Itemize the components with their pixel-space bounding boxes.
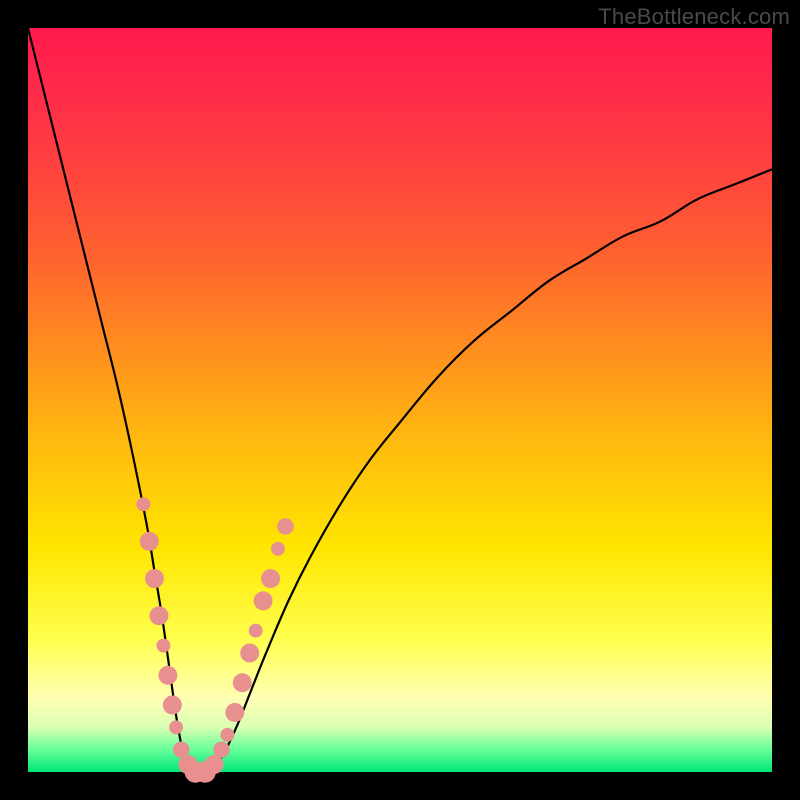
- bead-marker: [261, 569, 280, 588]
- chart-frame: TheBottleneck.com: [0, 0, 800, 800]
- bead-marker: [225, 703, 244, 722]
- bead-marker: [249, 624, 263, 638]
- bead-marker: [158, 666, 177, 685]
- bead-marker: [240, 643, 259, 662]
- bead-marker: [163, 696, 182, 715]
- bottleneck-curve: [28, 28, 772, 774]
- bead-marker: [145, 569, 164, 588]
- bead-cluster: [136, 497, 293, 783]
- plot-area: [28, 28, 772, 772]
- bead-marker: [277, 518, 293, 534]
- bead-marker: [149, 606, 168, 625]
- bead-marker: [233, 673, 252, 692]
- curve-layer: [28, 28, 772, 772]
- bead-marker: [205, 755, 224, 774]
- bead-marker: [213, 741, 229, 757]
- bead-marker: [169, 720, 183, 734]
- bead-marker: [271, 542, 285, 556]
- bead-marker: [156, 639, 170, 653]
- bead-marker: [254, 591, 273, 610]
- watermark-text: TheBottleneck.com: [598, 4, 790, 30]
- bead-marker: [136, 497, 150, 511]
- bead-marker: [220, 728, 234, 742]
- bead-marker: [140, 532, 159, 551]
